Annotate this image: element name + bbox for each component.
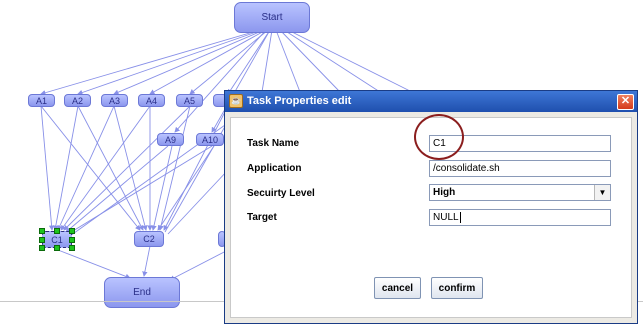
close-icon: ✕ (620, 95, 631, 107)
task-node-a2[interactable]: A2 (64, 94, 91, 107)
task-node-label: C2 (143, 234, 155, 244)
resize-handle[interactable] (69, 228, 75, 234)
chevron-down-icon[interactable]: ▼ (594, 185, 610, 200)
task-node-label: A5 (183, 95, 195, 106)
resize-handle[interactable] (69, 245, 75, 251)
task-node-a5[interactable]: A5 (176, 94, 203, 107)
task-node-label: A2 (71, 95, 83, 106)
task-node-label: A1 (35, 95, 47, 106)
java-cup-icon: ☕ (229, 94, 243, 108)
application-field[interactable]: /consolidate.sh (429, 160, 611, 177)
start-node-label: Start (261, 12, 283, 23)
text-cursor (459, 211, 461, 223)
security-level-label: Secuirty Level (247, 188, 315, 199)
target-field[interactable]: NULL (429, 209, 611, 226)
task-node-a4[interactable]: A4 (138, 94, 165, 107)
task-node-label: A3 (108, 95, 120, 106)
resize-handle[interactable] (54, 228, 60, 234)
end-node-label: End (133, 287, 151, 298)
task-node-c2[interactable]: C2 (134, 231, 164, 247)
close-button[interactable]: ✕ (617, 94, 634, 110)
task-node-label: A9 (164, 134, 176, 145)
cancel-button[interactable]: cancel (374, 277, 421, 299)
application-value: /consolidate.sh (433, 163, 500, 174)
target-label: Target (247, 212, 277, 223)
dialog-title: Task Properties edit (247, 95, 352, 107)
security-level-value: High (433, 187, 456, 198)
task-node-label: C1 (51, 234, 63, 245)
confirm-button-label: confirm (438, 282, 476, 294)
task-name-label: Task Name (247, 138, 300, 149)
task-node-a9[interactable]: A9 (157, 133, 184, 146)
task-node-a1[interactable]: A1 (28, 94, 55, 107)
security-level-select[interactable]: High ▼ (429, 184, 611, 201)
start-node[interactable]: Start (234, 2, 310, 33)
application-label: Application (247, 163, 302, 174)
resize-handle[interactable] (69, 237, 75, 243)
task-node-a10[interactable]: A10 (196, 133, 224, 146)
dialog-title-bar[interactable]: ☕ Task Properties edit ✕ (225, 91, 637, 112)
resize-handle[interactable] (54, 245, 60, 251)
confirm-button[interactable]: confirm (431, 277, 483, 299)
task-node-a3[interactable]: A3 (101, 94, 128, 107)
task-node-label: A10 (201, 134, 218, 145)
annotation-circle (414, 114, 464, 160)
target-value: NULL (433, 212, 459, 223)
resize-handle[interactable] (39, 237, 45, 243)
task-node-label: A4 (145, 95, 157, 106)
cancel-button-label: cancel (381, 282, 414, 294)
resize-handle[interactable] (39, 245, 45, 251)
end-node[interactable]: End (104, 277, 180, 308)
resize-handle[interactable] (39, 228, 45, 234)
